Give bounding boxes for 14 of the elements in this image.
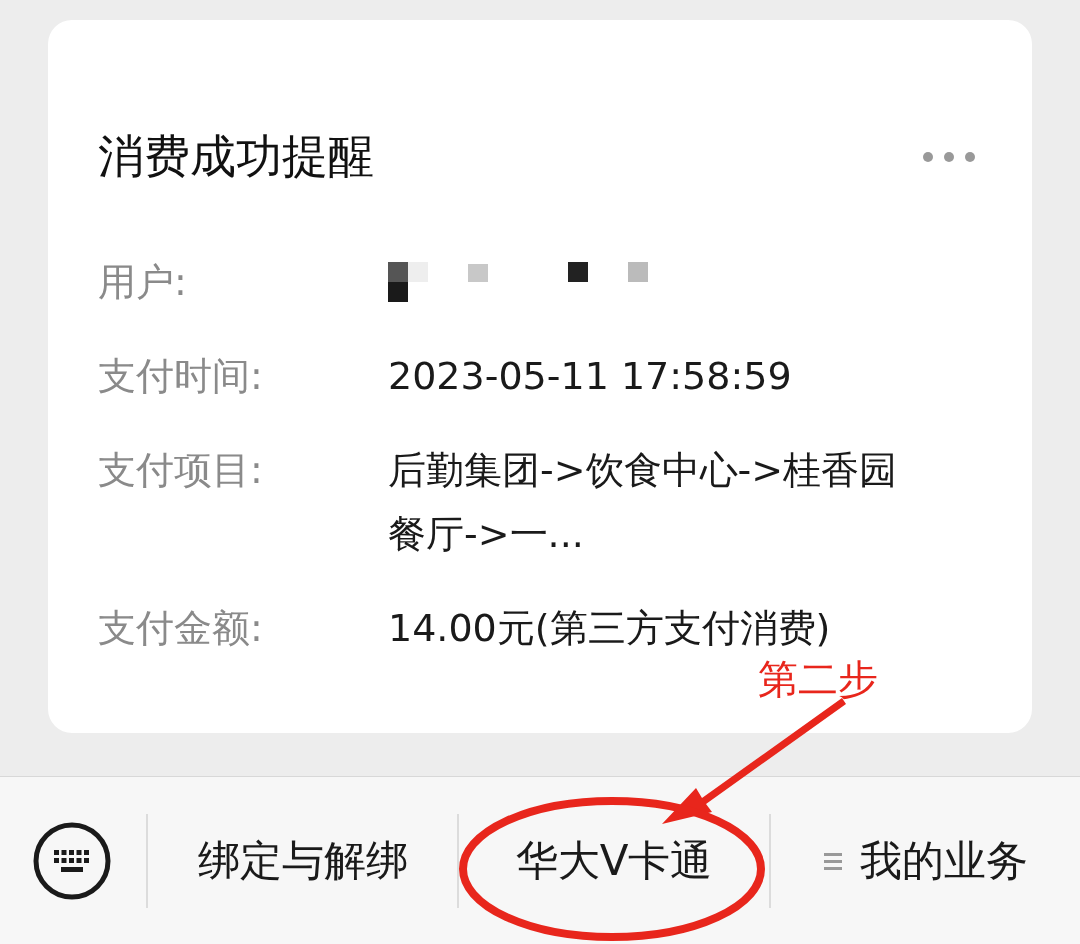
field-value: 2023-05-11 17:58:59 — [388, 353, 793, 400]
field-label: 支付项目: — [98, 447, 264, 494]
annotation-label: 第二步 — [758, 655, 878, 704]
field-label: 用户: — [98, 259, 188, 306]
field-label: 支付金额: — [98, 605, 264, 652]
menu-button[interactable]: 华大V卡通 — [459, 810, 769, 911]
menu-button[interactable]: 我的业务 — [770, 810, 1080, 911]
field-value: 14.00元(第三方支付消费) — [388, 605, 832, 652]
menu-button[interactable]: 绑定与解绑 — [148, 810, 458, 911]
field-label: 支付时间: — [98, 353, 264, 400]
keyboard-icon[interactable] — [32, 820, 112, 901]
message-title: 消费成功提醒 — [98, 128, 374, 185]
field-value: 后勤集团->饮食中心->桂香园餐厅->一... — [388, 447, 899, 558]
more-icon[interactable] — [922, 151, 976, 163]
